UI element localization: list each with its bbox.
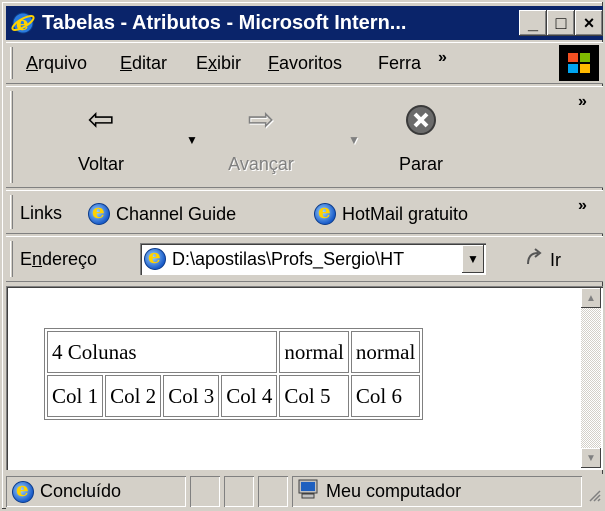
window-title: Tabelas - Atributos - Microsoft Intern..… <box>42 11 407 34</box>
address-bar: Endereço D:\apostilas\Profs_Sergio\HT ▼ … <box>6 236 603 282</box>
back-label: Voltar <box>77 154 125 174</box>
ie-page-icon <box>12 477 34 503</box>
table-cell: Col 1 <box>47 375 104 417</box>
links-label[interactable]: Links <box>20 203 62 224</box>
table-cell: normal <box>350 331 421 373</box>
status-bar: Concluído Meu computador <box>6 474 603 509</box>
ie-page-icon <box>314 199 336 225</box>
menu-exibir-rest: ibir <box>217 53 242 73</box>
address-input[interactable]: D:\apostilas\Profs_Sergio\HT ▼ <box>140 243 486 275</box>
table-cell: Col 2 <box>105 375 162 417</box>
address-grip[interactable] <box>10 241 13 277</box>
menu-arquivo[interactable]: Arquivo <box>26 53 87 74</box>
forward-arrow-icon: ⇨ <box>247 101 275 137</box>
menu-ferramentas[interactable]: Ferra <box>378 53 421 74</box>
link-hotmail[interactable]: HotMail gratuito <box>314 199 469 225</box>
address-value: D:\apostilas\Profs_Sergio\HT <box>172 248 405 269</box>
link-channel-guide-label: Channel Guide <box>116 203 237 224</box>
table-cell: Col 5 <box>279 375 349 417</box>
menu-favoritos[interactable]: Favoritos <box>268 53 342 74</box>
title-bar[interactable]: e Tabelas - Atributos - Microsoft Intern… <box>6 6 603 40</box>
links-overflow-chevron[interactable]: » <box>578 197 587 215</box>
stop-label: Parar <box>398 154 443 174</box>
zone-text: Meu computador <box>326 481 462 501</box>
zone-pane: Meu computador <box>292 476 582 507</box>
table-cell: Col 3 <box>163 375 220 417</box>
back-button[interactable]: ⇦ Voltar <box>46 97 156 181</box>
menu-exibir-pre: E <box>196 53 209 73</box>
address-dropdown-icon[interactable]: ▼ <box>462 245 484 273</box>
status-text: Concluído <box>40 481 122 501</box>
table-cell: Col 4 <box>221 375 278 417</box>
table-cell: normal <box>279 331 349 373</box>
standard-toolbar: ⇦ Voltar ▼ ⇨ Avançar ▼ Parar » <box>6 86 603 188</box>
forward-label: Avançar <box>228 154 294 174</box>
toolbar-grip[interactable] <box>10 91 13 183</box>
go-button[interactable]: Ir <box>524 247 561 274</box>
page-content[interactable]: 4 Colunas normal normal Col 1 Col 2 Col … <box>6 286 603 470</box>
table-row: 4 Colunas normal normal <box>47 331 421 373</box>
back-dropdown-icon[interactable]: ▼ <box>186 133 198 147</box>
status-pane-empty <box>224 476 254 507</box>
menu-grip[interactable] <box>10 47 13 79</box>
address-label: Endereço <box>20 249 98 269</box>
back-arrow-icon: ⇦ <box>87 101 115 137</box>
table-row: Col 1 Col 2 Col 3 Col 4 Col 5 Col 6 <box>47 375 421 417</box>
menu-editar-rest: ditar <box>132 53 168 73</box>
table-cell: Col 6 <box>350 375 421 417</box>
status-pane-empty <box>258 476 288 507</box>
ie-page-icon <box>144 244 166 270</box>
links-grip[interactable] <box>10 195 13 229</box>
link-hotmail-label: HotMail gratuito <box>342 203 469 224</box>
go-arrow-icon <box>524 247 546 274</box>
computer-icon <box>296 478 320 505</box>
stop-icon <box>366 101 476 144</box>
close-button[interactable]: × <box>575 10 603 36</box>
attributes-table: 4 Colunas normal normal Col 1 Col 2 Col … <box>44 328 424 420</box>
menu-editar[interactable]: Editar <box>120 53 167 74</box>
windows-logo-icon <box>559 45 599 81</box>
stop-button[interactable]: Parar <box>366 97 476 181</box>
table-cell: 4 Colunas <box>47 331 278 373</box>
ie-page-icon <box>88 199 110 225</box>
ie-logo-icon: e <box>10 10 36 36</box>
link-channel-guide[interactable]: Channel Guide <box>88 199 237 225</box>
minimize-button[interactable]: _ <box>519 10 547 36</box>
vertical-scrollbar[interactable]: ▲ ▼ <box>581 288 601 468</box>
status-pane: Concluído <box>6 476 186 507</box>
maximize-button[interactable]: □ <box>547 10 575 36</box>
resize-grip-icon[interactable] <box>587 486 601 507</box>
menu-overflow-chevron[interactable]: » <box>438 49 447 67</box>
menu-favoritos-rest: avoritos <box>279 53 343 73</box>
svg-text:e: e <box>16 11 29 35</box>
links-bar: Links Channel Guide HotMail gratuito » <box>6 190 603 234</box>
forward-button[interactable]: ⇨ Avançar <box>206 97 316 181</box>
menu-arquivo-rest: rquivo <box>38 53 88 73</box>
menu-exibir[interactable]: Exibir <box>196 53 241 74</box>
scroll-down-icon[interactable]: ▼ <box>581 448 601 468</box>
forward-dropdown-icon[interactable]: ▼ <box>348 133 360 147</box>
go-label: Ir <box>550 250 561 270</box>
toolbar-overflow-chevron[interactable]: » <box>578 93 587 111</box>
scroll-up-icon[interactable]: ▲ <box>581 288 601 308</box>
browser-window: e Tabelas - Atributos - Microsoft Intern… <box>0 0 605 511</box>
status-pane-empty <box>190 476 220 507</box>
menu-bar: Arquivo Editar Exibir Favoritos Ferra » <box>6 42 603 84</box>
